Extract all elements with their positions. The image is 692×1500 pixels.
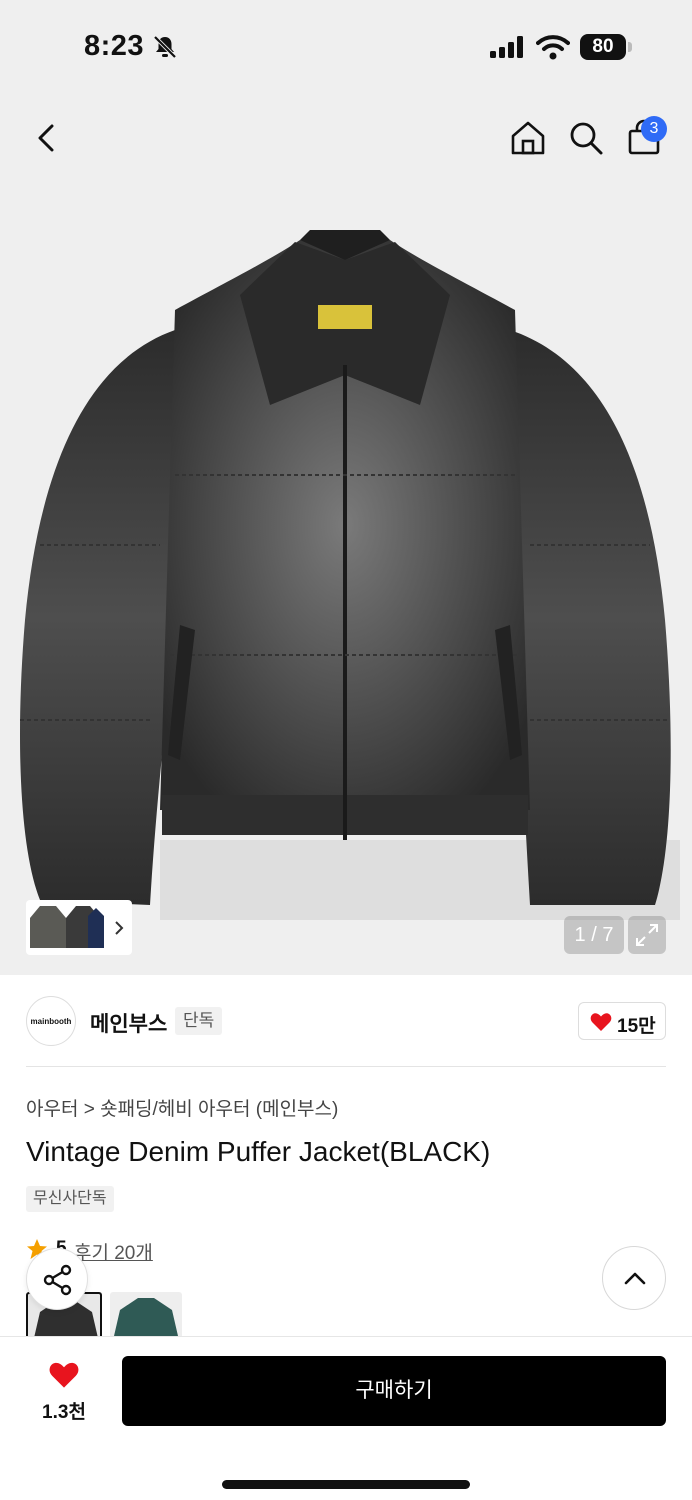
image-page-indicator: 1 / 7	[564, 916, 624, 954]
home-indicator[interactable]	[222, 1480, 470, 1489]
search-icon[interactable]	[566, 118, 606, 158]
divider	[26, 1066, 666, 1067]
product-like-button[interactable]: 1.3천	[30, 1361, 98, 1431]
home-icon[interactable]	[508, 118, 548, 158]
bell-off-icon	[153, 35, 177, 59]
color-swatch-green[interactable]	[110, 1292, 182, 1336]
brand-like-count: 15만	[617, 1016, 656, 1037]
brand-exclusive-tag: 단독	[175, 1007, 223, 1035]
product-title: Vintage Denim Puffer Jacket(BLACK)	[26, 1136, 491, 1167]
battery-icon: 80	[580, 34, 632, 60]
status-bar: 8:23 80	[0, 0, 692, 95]
status-time: 8:23	[84, 30, 145, 62]
review-count-link[interactable]: 후기 20개	[74, 1238, 153, 1265]
top-nav	[0, 100, 692, 180]
color-thumbnails	[30, 906, 124, 948]
heart-icon	[49, 1362, 79, 1388]
heart-icon	[590, 1013, 612, 1031]
brand-row: mainbooth 메인부스 단독 15만	[0, 990, 692, 1056]
share-icon	[43, 1264, 72, 1296]
buy-button[interactable]: 구매하기	[122, 1356, 666, 1426]
expand-icon[interactable]	[628, 916, 666, 954]
brand-like-button[interactable]: 15만	[578, 1002, 666, 1040]
brand-logo[interactable]: mainbooth	[26, 996, 76, 1046]
product-image[interactable]	[0, 200, 692, 975]
cart-count-badge: 3	[641, 116, 667, 142]
chevron-up-icon	[624, 1272, 646, 1285]
breadcrumb[interactable]: 아우터 > 숏패딩/헤비 아우터 (메인부스)	[26, 1094, 338, 1121]
bottom-purchase-bar: 1.3천 구매하기	[0, 1336, 692, 1500]
brand-name[interactable]: 메인부스	[90, 1008, 167, 1038]
product-like-count: 1.3천	[42, 1402, 86, 1423]
swatch-green-image	[114, 1298, 178, 1336]
wifi-icon	[536, 35, 570, 60]
share-button[interactable]	[26, 1248, 88, 1310]
battery-level: 80	[580, 34, 626, 60]
back-arrow-icon[interactable]	[30, 118, 66, 158]
exclusive-badge: 무신사단독	[26, 1186, 114, 1212]
scroll-to-top-button[interactable]	[602, 1246, 666, 1310]
signal-icon	[490, 36, 523, 58]
color-thumbnail-strip[interactable]	[26, 900, 132, 955]
